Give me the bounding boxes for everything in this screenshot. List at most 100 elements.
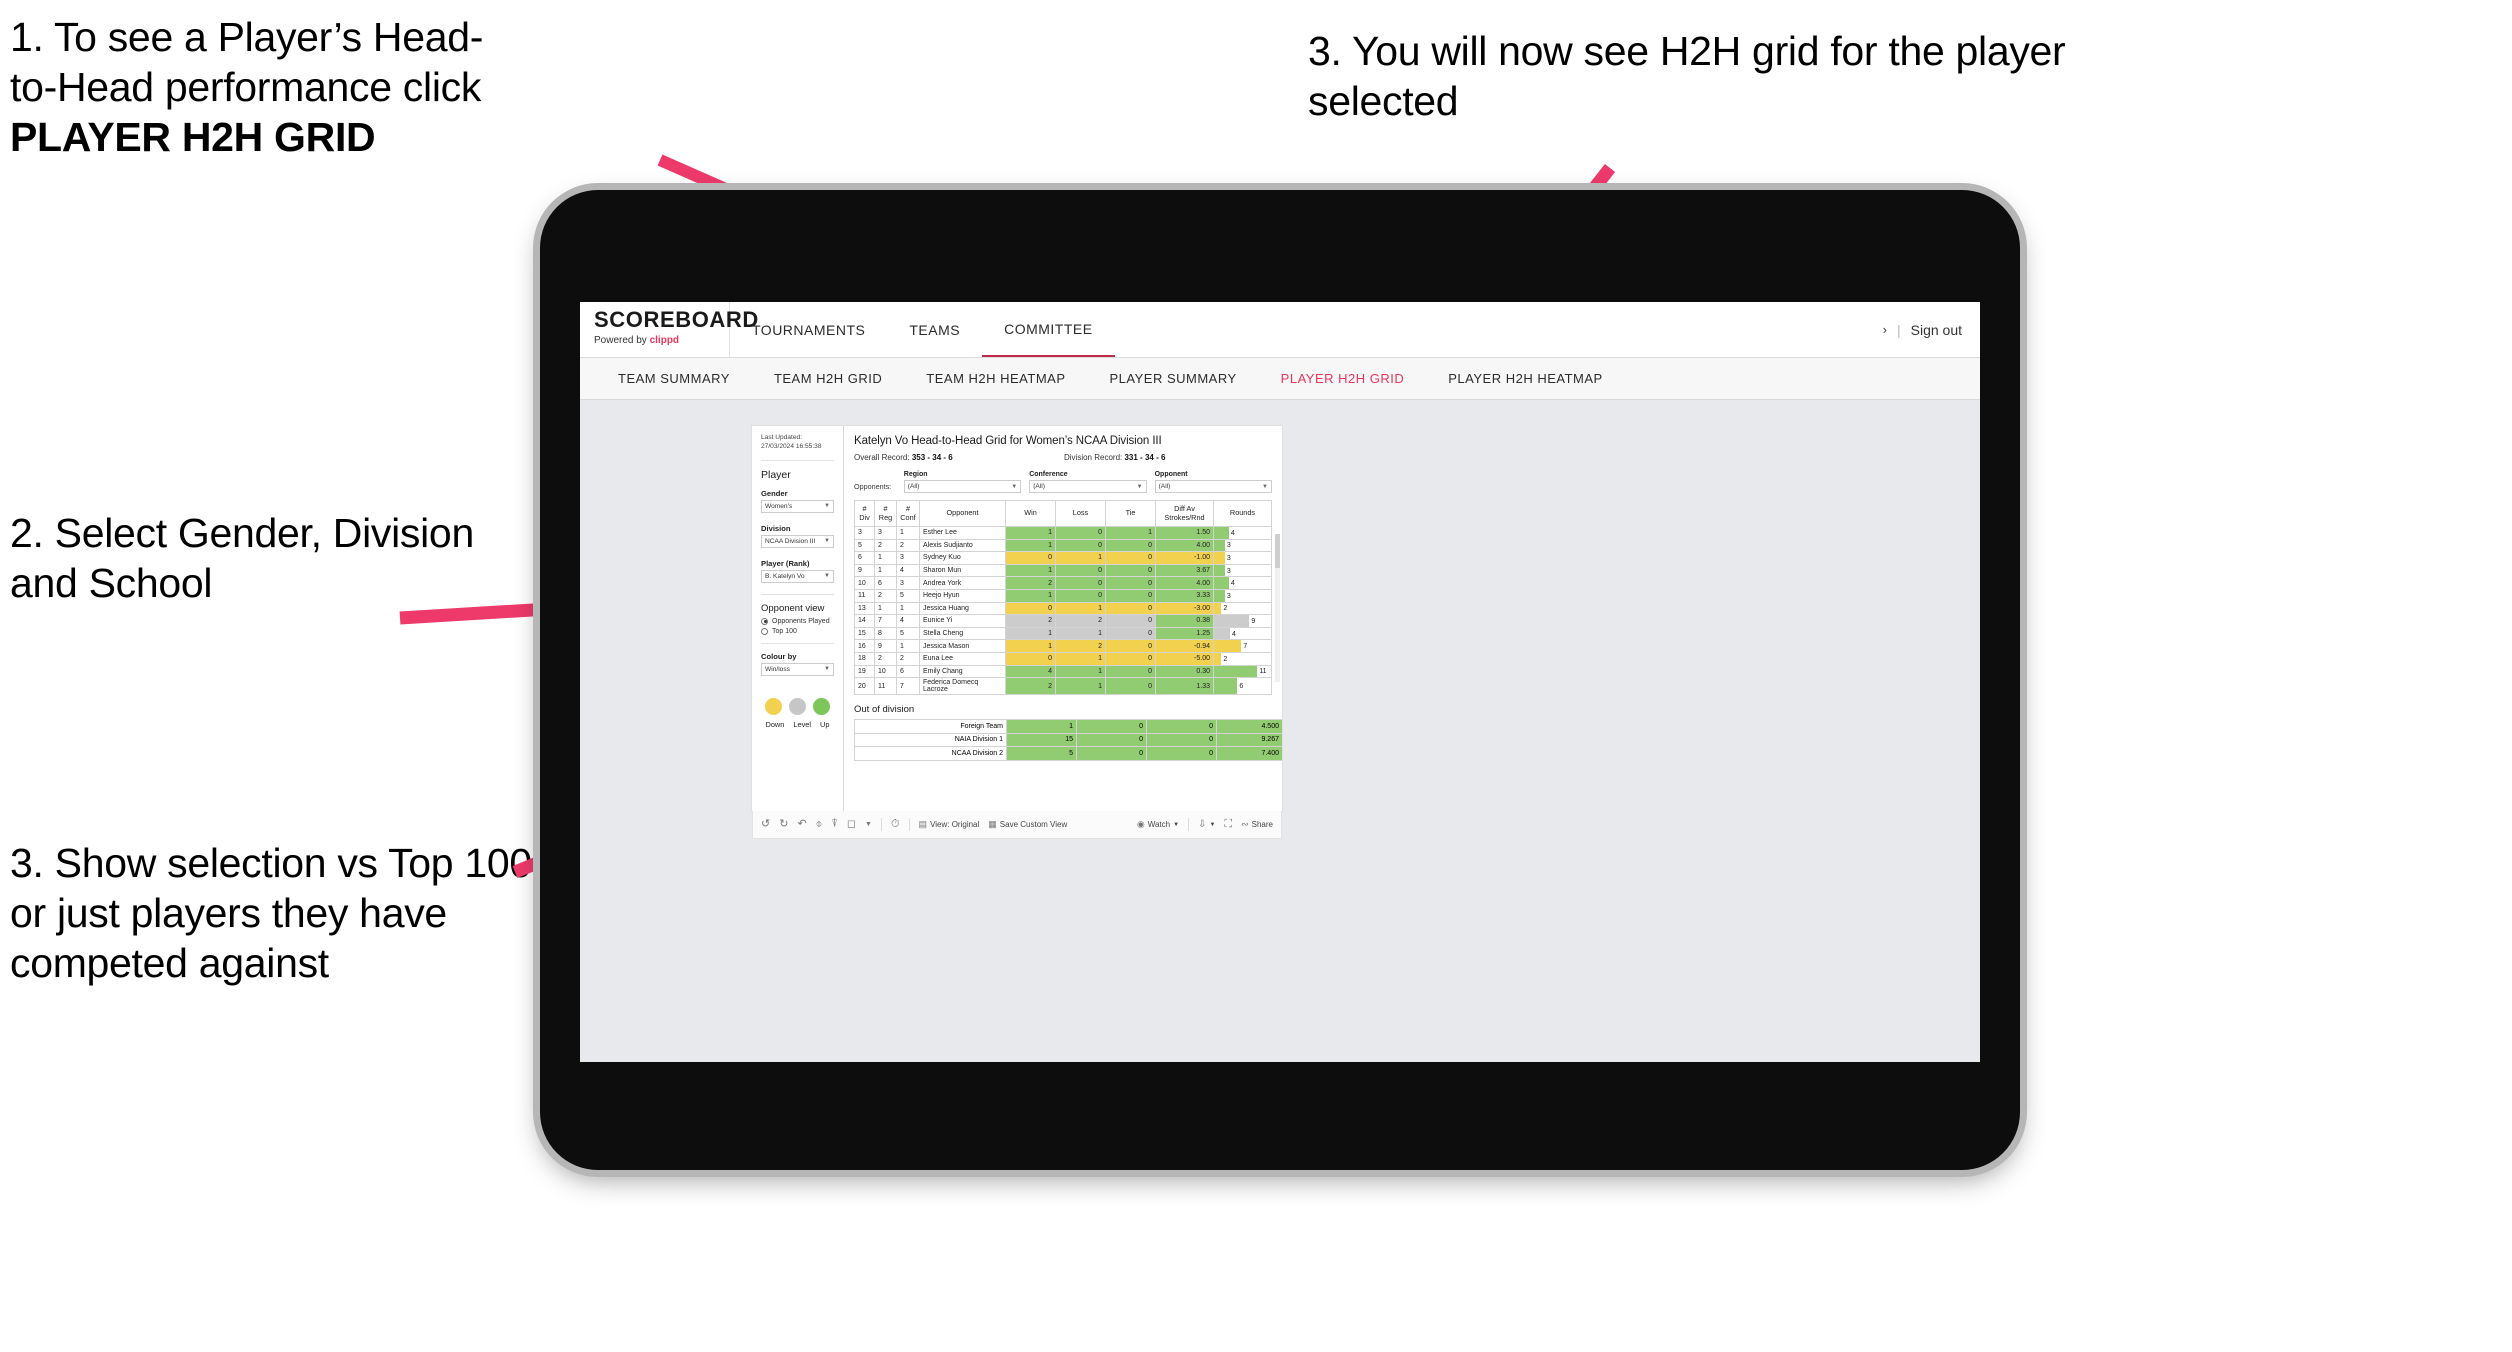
- out-of-division-row[interactable]: Foreign Team1004.5002: [854, 719, 1282, 734]
- header-loss: Loss: [1055, 500, 1106, 527]
- cell-tie: 0: [1105, 651, 1156, 666]
- cell-rounds: 4: [1213, 576, 1272, 590]
- division-select[interactable]: NCAA Division III ▼: [761, 534, 834, 548]
- save-custom-view-button[interactable]: ▦ Save Custom View: [988, 820, 1067, 830]
- header-tie: Tie: [1105, 500, 1156, 527]
- clock-icon[interactable]: ⏱: [891, 819, 900, 830]
- filter-region-select[interactable]: (All) ▼: [903, 480, 1022, 493]
- table-row[interactable]: 3 3 1 Esther Lee 1 0 1 1.50 4: [854, 526, 1272, 540]
- cell-rounds: 2: [1213, 601, 1272, 616]
- filter-opponent-select[interactable]: (All) ▼: [1154, 480, 1272, 493]
- chevron-right-icon[interactable]: ›: [1883, 322, 1887, 337]
- cell-div: 18: [854, 651, 875, 666]
- radio-top-100[interactable]: Top 100: [761, 627, 834, 635]
- subnav-item-team-h2h-grid[interactable]: TEAM H2H GRID: [752, 371, 904, 386]
- table-row[interactable]: 16 9 1 Jessica Mason 1 2 0 -0.94 7: [854, 639, 1272, 653]
- view-original-button[interactable]: ▤ View: Original: [919, 820, 980, 830]
- topnav-item-tournaments[interactable]: TOURNAMENTS: [730, 302, 887, 357]
- cell-rounds: 11: [1213, 664, 1272, 679]
- out-of-division-row[interactable]: NAIA Division 115009.26730: [854, 732, 1282, 748]
- annotation-1-bold: PLAYER H2H GRID: [10, 114, 376, 161]
- subnav-item-player-h2h-grid[interactable]: PLAYER H2H GRID: [1259, 371, 1427, 386]
- opponent-view-heading: Opponent view: [761, 602, 825, 614]
- cell-tie: 0: [1105, 563, 1156, 578]
- cell-diff: 0.38: [1155, 614, 1214, 628]
- redo-icon[interactable]: ↻: [779, 819, 788, 830]
- undo-icon[interactable]: ↺: [761, 819, 770, 830]
- subnav-item-player-summary[interactable]: PLAYER SUMMARY: [1088, 371, 1259, 386]
- tableau-toolbar: ↺ ↻ ↶ ⌽ ⍒ ◻ ▼ ⏱ ▤ View: Original ▦ Save …: [752, 811, 1282, 839]
- gender-select[interactable]: Women’s ▼: [761, 499, 834, 513]
- cell-diff: -0.94: [1155, 639, 1214, 653]
- cell-div: 13: [854, 601, 875, 616]
- topbar-right: › | Sign out: [1883, 302, 1980, 357]
- download-button[interactable]: ⇩ ▼: [1198, 819, 1215, 830]
- table-row[interactable]: 15 8 5 Stella Cheng 1 1 0 1.25 4: [854, 626, 1272, 641]
- cell-rounds: 3: [1213, 588, 1272, 603]
- filter-conference-select[interactable]: (All) ▼: [1029, 480, 1147, 493]
- fullscreen-icon[interactable]: ⛶: [1224, 819, 1232, 830]
- out-of-division-title: Out of division: [854, 704, 915, 716]
- table-row[interactable]: 19 10 6 Emily Chang 4 1 0 0.30 11: [854, 664, 1272, 679]
- ood-cell-diff: 9.267: [1216, 732, 1282, 748]
- table-row[interactable]: 9 1 4 Sharon Mun 1 0 0 3.67 3: [854, 563, 1272, 578]
- cell-loss: 2: [1055, 639, 1106, 653]
- table-scrollbar-thumb[interactable]: [1275, 534, 1280, 568]
- cell-div: 10: [854, 576, 875, 590]
- brand-powered-prefix: Powered by: [594, 335, 647, 346]
- table-row[interactable]: 13 1 1 Jessica Huang 0 1 0 -3.00 2: [854, 601, 1272, 616]
- cell-reg: 1: [874, 563, 897, 578]
- brand-powered-name: clippd: [649, 335, 680, 346]
- legend-label-level: Level: [793, 719, 812, 729]
- ood-cell-name: NCAA Division 2: [854, 746, 1007, 761]
- sign-out-link[interactable]: Sign out: [1911, 322, 1962, 338]
- refresh-icon[interactable]: ⌽: [816, 819, 823, 830]
- brand-logo[interactable]: SCOREBOARD Powered by clippd: [580, 302, 758, 357]
- pause-updates-icon[interactable]: ⍒: [831, 819, 838, 830]
- subnav-item-team-summary[interactable]: TEAM SUMMARY: [596, 371, 752, 386]
- cell-rounds-value: 2: [1223, 605, 1228, 613]
- ood-cell-win: 1: [1006, 719, 1077, 734]
- table-row[interactable]: 20 11 7 Federica Domecq Lacroze 2 1 0 1.33 6: [854, 677, 1272, 696]
- ood-cell-name: NAIA Division 1: [854, 732, 1007, 748]
- out-of-division-row[interactable]: NCAA Division 25007.40010: [854, 746, 1282, 761]
- cell-opponent: Sharon Mun: [919, 563, 1006, 578]
- table-row[interactable]: 14 7 4 Eunice Yi 2 2 0 0.38 9: [854, 614, 1272, 628]
- header-conf: # Conf: [896, 500, 920, 527]
- chevron-down-icon[interactable]: ▼: [865, 821, 872, 828]
- radio-opponents-played-label: Opponents Played: [772, 617, 830, 625]
- topnav-item-committee[interactable]: COMMITTEE: [982, 302, 1115, 357]
- viz-main: Katelyn Vo Head-to-Head Grid for Women’s…: [844, 426, 1282, 811]
- table-row[interactable]: 10 6 3 Andrea York 2 0 0 4.00 4: [854, 576, 1272, 590]
- cell-reg: 7: [874, 614, 897, 628]
- table-row[interactable]: 18 2 2 Euna Lee 0 1 0 -5.00 2: [854, 651, 1272, 666]
- ood-cell-loss: 0: [1076, 732, 1147, 748]
- filter-region: Region (All) ▼: [903, 471, 1022, 493]
- player-rank-select[interactable]: B. Katelyn Vo ▼: [761, 569, 834, 583]
- last-updated-label: Last Updated: 27/03/2024 16:55:38: [761, 434, 822, 450]
- alerts-icon[interactable]: ◻: [847, 819, 856, 830]
- table-row[interactable]: 11 2 5 Heejo Hyun 1 0 0 3.33 3: [854, 588, 1272, 603]
- table-row[interactable]: 6 1 3 Sydney Kuo 0 1 0 -1.00 3: [854, 551, 1272, 565]
- subnav-item-team-h2h-heatmap[interactable]: TEAM H2H HEATMAP: [904, 371, 1087, 386]
- cell-div: 5: [854, 538, 875, 553]
- share-button[interactable]: ∾ Share: [1241, 819, 1273, 830]
- ood-cell-tie: 0: [1146, 732, 1217, 748]
- cell-diff: 3.33: [1155, 588, 1214, 603]
- table-row[interactable]: 5 2 2 Alexis Sudjianto 1 0 0 4.00 3: [854, 538, 1272, 553]
- cell-conf: 5: [896, 626, 920, 641]
- topnav-item-teams[interactable]: TEAMS: [887, 302, 982, 357]
- colour-by-select[interactable]: Win/loss ▼: [761, 662, 834, 676]
- cell-conf: 1: [896, 639, 920, 653]
- cell-loss: 1: [1055, 651, 1106, 666]
- subnav-item-player-h2h-heatmap[interactable]: PLAYER H2H HEATMAP: [1426, 371, 1624, 386]
- radio-opponents-played[interactable]: Opponents Played: [761, 617, 834, 625]
- share-icon: ∾: [1241, 819, 1249, 829]
- watch-button[interactable]: ◉ Watch ▼: [1137, 820, 1179, 830]
- revert-icon[interactable]: ↶: [797, 819, 806, 830]
- cell-conf: 6: [896, 664, 920, 679]
- cell-conf: 3: [896, 551, 920, 565]
- filter-region-value: (All): [907, 483, 920, 490]
- cell-conf: 5: [896, 588, 920, 603]
- cell-tie: 0: [1105, 664, 1156, 679]
